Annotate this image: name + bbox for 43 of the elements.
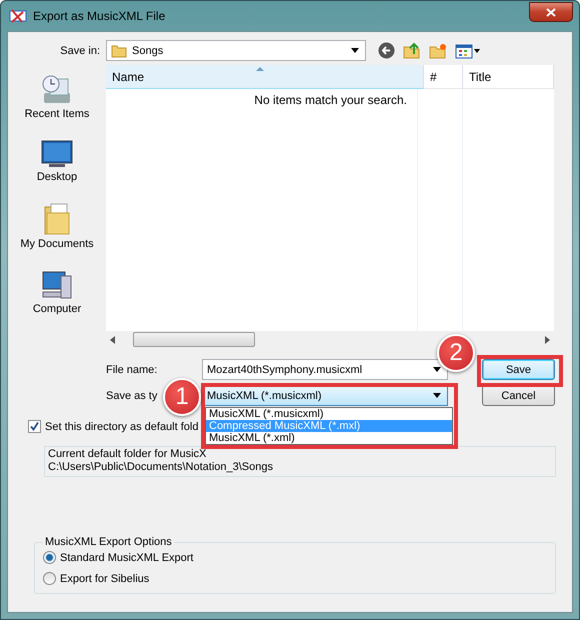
column-header[interactable]: # [424, 65, 463, 89]
close-icon [546, 8, 556, 16]
save-in-dropdown[interactable]: Songs [106, 40, 366, 61]
check-icon [30, 422, 39, 431]
monitor-icon [40, 140, 73, 168]
scroll-left-icon [110, 336, 115, 344]
back-icon[interactable] [378, 42, 395, 59]
document-folder-icon [42, 203, 71, 235]
place-item[interactable]: Desktop [36, 140, 78, 183]
dropdown-arrow-icon [433, 367, 441, 372]
sort-arrow-icon [256, 67, 264, 71]
radio-label: Standard MusicXML Export [60, 552, 194, 564]
column-header[interactable]: Name [106, 65, 424, 89]
app-icon [9, 8, 27, 24]
up-folder-icon[interactable] [403, 42, 421, 59]
folder-icon [111, 44, 127, 58]
place-item[interactable]: Computer [32, 270, 82, 315]
dropdown-arrow-icon [351, 48, 359, 53]
save-button[interactable]: Save [482, 359, 555, 380]
place-item[interactable]: My Documents [20, 203, 94, 250]
computer-icon [40, 270, 73, 300]
cancel-button[interactable]: Cancel [482, 385, 555, 406]
checkbox-label: Set this directory as default fold [45, 420, 198, 432]
file-name-label: File name: [106, 364, 158, 376]
group-title: MusicXML Export Options [44, 536, 173, 548]
radio-button[interactable] [43, 551, 56, 564]
file-name-field[interactable]: Mozart40thSymphony.musicxml [202, 359, 448, 380]
column-header[interactable]: Title [463, 65, 554, 89]
save-in-label: Save in: [59, 44, 101, 56]
save-as-type-label: Save as ty [106, 390, 158, 402]
scroll-thumb[interactable] [133, 332, 255, 347]
view-menu-icon[interactable] [455, 42, 481, 58]
default-folder-info: Current default folder for MusicX C:\Users\Public\Documents\Notation_3\Songs [44, 446, 556, 477]
checkbox[interactable] [28, 420, 41, 433]
dropdown-arrow-icon [433, 393, 441, 398]
scroll-right-icon [545, 336, 550, 344]
close-button[interactable] [529, 2, 573, 22]
new-folder-icon[interactable] [429, 42, 447, 58]
empty-message: No items match your search. [254, 93, 408, 109]
window-title: Export as MusicXML File [33, 9, 166, 23]
place-item[interactable]: Recent Items [24, 73, 90, 120]
radio-label: Export for Sibelius [60, 572, 150, 584]
radio-button[interactable] [43, 572, 56, 585]
